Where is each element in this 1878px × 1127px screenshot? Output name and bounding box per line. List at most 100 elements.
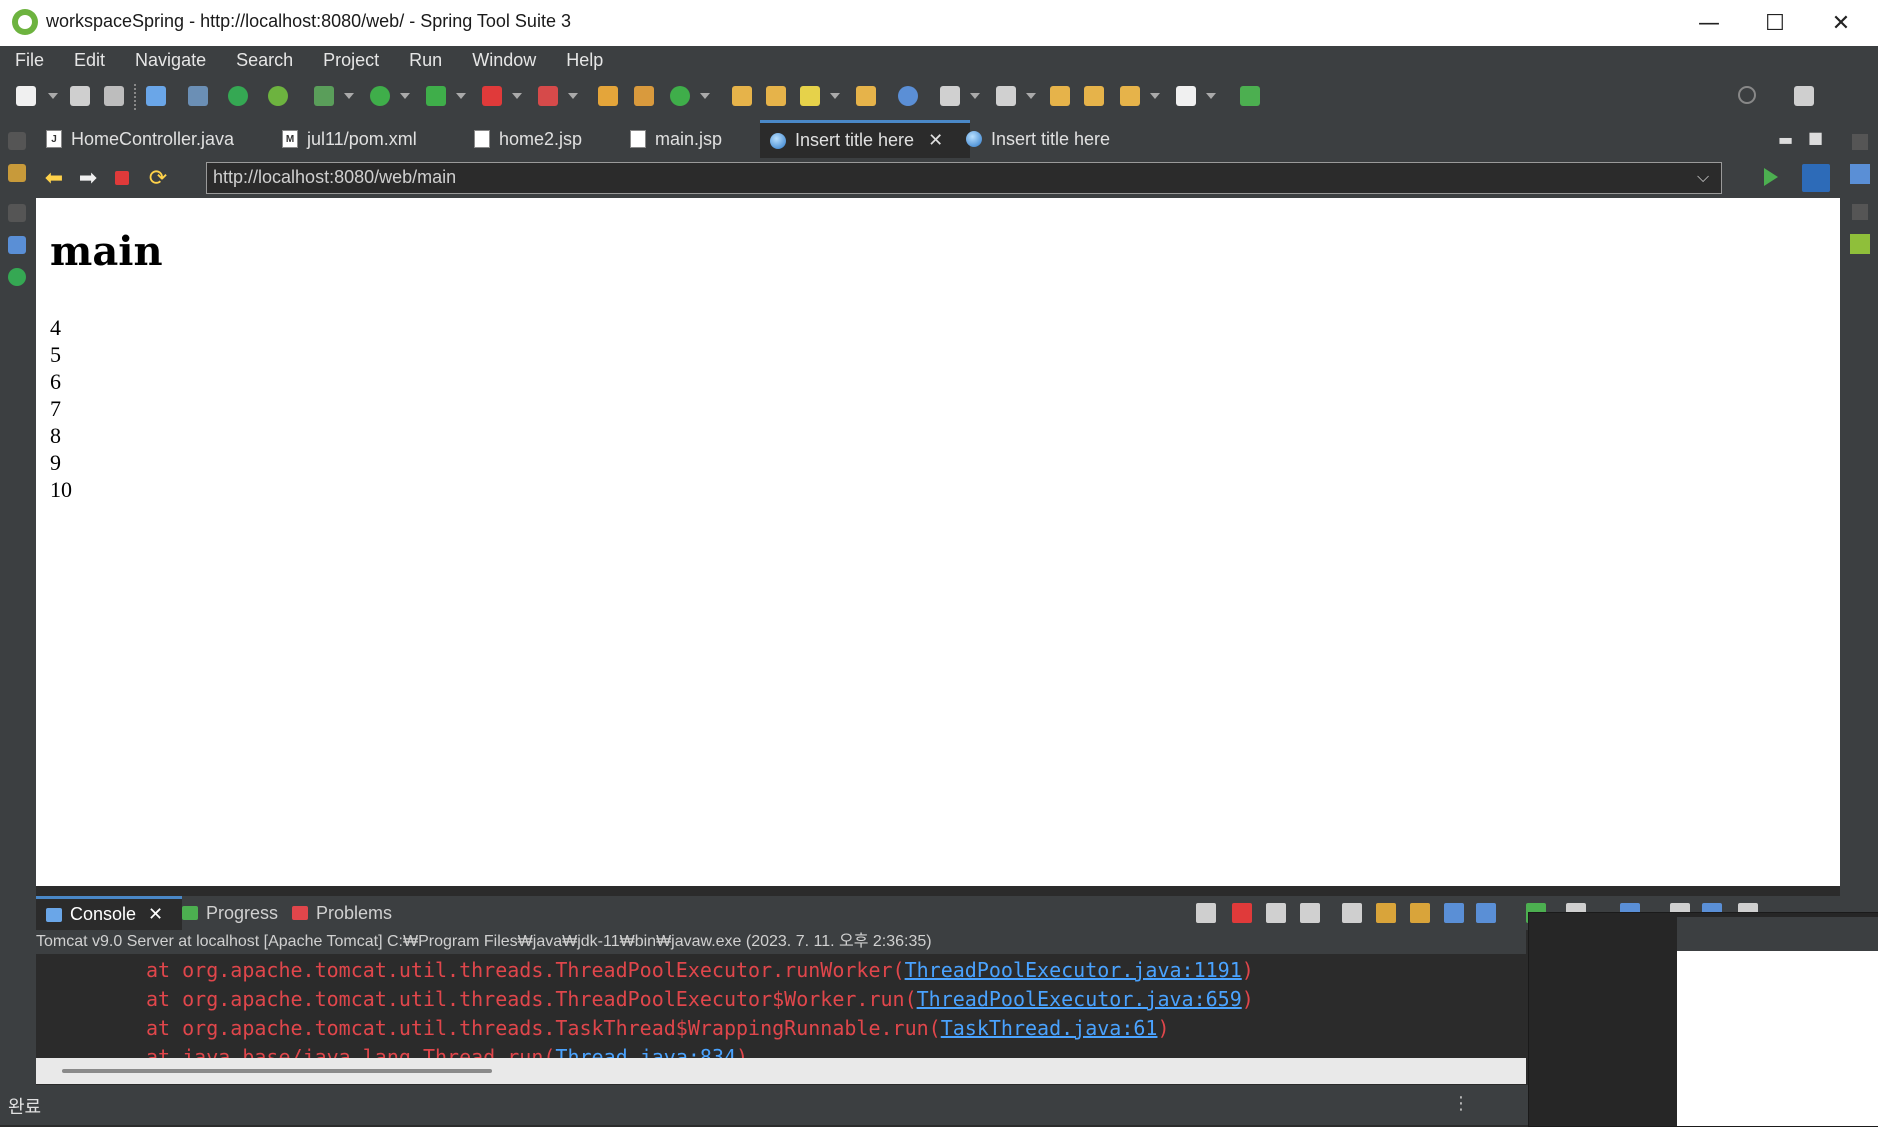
tab-homecontroller[interactable]: J HomeController.java <box>46 120 236 158</box>
new-file-icon[interactable] <box>16 86 36 106</box>
restore-icon[interactable] <box>1852 134 1868 150</box>
tab-insert-title[interactable]: Insert title here <box>960 120 1136 158</box>
menu-file[interactable]: File <box>0 50 59 71</box>
save-all-icon[interactable] <box>104 86 124 106</box>
refresh-server-icon[interactable] <box>1196 903 1216 923</box>
open-task-icon[interactable] <box>766 86 786 106</box>
stack-trace-link[interactable]: Thread.java:834 <box>555 1045 736 1058</box>
remove-all-terminated-icon[interactable] <box>1300 903 1320 923</box>
maximize-editor-icon[interactable]: ■ <box>1808 128 1823 147</box>
screenshot-thumbnail-preview[interactable] <box>1528 912 1878 1127</box>
remove-launch-icon[interactable] <box>1266 903 1286 923</box>
problems-icon <box>292 906 308 920</box>
external-tools-icon[interactable] <box>538 86 558 106</box>
console-horizontal-scrollbar[interactable] <box>36 1058 1526 1084</box>
new-class-icon[interactable] <box>670 86 690 106</box>
restore-icon[interactable] <box>8 132 26 150</box>
search-dropdown-icon[interactable] <box>830 93 840 99</box>
outline-icon[interactable] <box>8 236 26 254</box>
package-explorer-icon[interactable] <box>8 164 26 182</box>
menu-window[interactable]: Window <box>457 50 551 71</box>
close-button[interactable]: ✕ <box>1808 0 1874 46</box>
skip-breakpoints-icon[interactable] <box>188 86 208 106</box>
open-type-icon[interactable] <box>732 86 752 106</box>
run-icon[interactable] <box>370 86 390 106</box>
forward-dropdown-icon[interactable] <box>1206 93 1216 99</box>
close-console-icon[interactable]: ✕ <box>148 904 163 925</box>
tab-problems[interactable]: Problems <box>292 896 412 930</box>
show-on-stdout-icon[interactable] <box>1444 903 1464 923</box>
menu-navigate[interactable]: Navigate <box>120 50 221 71</box>
stop-icon[interactable] <box>482 86 502 106</box>
menu-edit[interactable]: Edit <box>59 50 120 71</box>
new-package-icon[interactable] <box>634 86 654 106</box>
task-list-icon[interactable] <box>1850 164 1870 184</box>
prev-annotation-dropdown-icon[interactable] <box>1026 93 1036 99</box>
debug-icon[interactable] <box>314 86 334 106</box>
scroll-lock-icon[interactable] <box>1376 903 1396 923</box>
menu-help[interactable]: Help <box>551 50 618 71</box>
browser-menu-icon[interactable] <box>1802 164 1830 192</box>
tab-console[interactable]: Console ✕ <box>36 896 182 930</box>
tab-home2-jsp[interactable]: home2.jsp <box>474 120 594 158</box>
run-dropdown-icon[interactable] <box>400 93 410 99</box>
go-icon[interactable] <box>1764 168 1778 186</box>
minimize-button[interactable]: — <box>1676 0 1742 46</box>
back-dropdown-icon[interactable] <box>1150 93 1160 99</box>
new-class-dropdown-icon[interactable] <box>700 93 710 99</box>
stop-dropdown-icon[interactable] <box>512 93 522 99</box>
refresh-icon[interactable]: ⟳ <box>146 166 170 191</box>
new-dropdown-icon[interactable] <box>48 93 58 99</box>
save-icon[interactable] <box>70 86 90 106</box>
menu-project[interactable]: Project <box>308 50 394 71</box>
url-input[interactable] <box>209 165 1687 189</box>
scrollbar-thumb[interactable] <box>62 1069 492 1073</box>
last-edit-location-icon[interactable] <box>1050 86 1070 106</box>
open-perspective-list-icon[interactable] <box>1794 86 1814 106</box>
tab-main-jsp[interactable]: main.jsp <box>630 120 740 158</box>
search-tool-icon[interactable] <box>800 86 820 106</box>
stop-loading-icon[interactable] <box>110 166 134 190</box>
tab-insert-title-active[interactable]: Insert title here ✕ <box>760 120 970 158</box>
print-icon[interactable] <box>146 86 166 106</box>
coverage-dropdown-icon[interactable] <box>456 93 466 99</box>
next-annotation-icon[interactable] <box>940 86 960 106</box>
menu-search[interactable]: Search <box>221 50 308 71</box>
spring-boot-icon[interactable] <box>268 86 288 106</box>
terminate-icon[interactable] <box>1232 903 1252 923</box>
restore-icon[interactable] <box>8 204 26 222</box>
new-java-project-icon[interactable] <box>598 86 618 106</box>
external-dropdown-icon[interactable] <box>568 93 578 99</box>
coverage-icon[interactable] <box>426 86 446 106</box>
spring-explorer-icon[interactable] <box>1850 234 1870 254</box>
forward-arrow-icon[interactable]: ➡ <box>76 166 100 191</box>
debug-dropdown-icon[interactable] <box>344 93 354 99</box>
back-icon[interactable] <box>1120 86 1140 106</box>
start-server-icon[interactable] <box>228 86 248 106</box>
tab-progress[interactable]: Progress <box>182 896 302 930</box>
menu-run[interactable]: Run <box>394 50 457 71</box>
servers-icon[interactable] <box>8 268 26 286</box>
web-browser-icon[interactable] <box>898 86 918 106</box>
open-folder-icon[interactable] <box>856 86 876 106</box>
quick-access-search-icon[interactable] <box>1738 86 1756 104</box>
url-history-dropdown-icon[interactable]: ⌵ <box>1697 167 1709 187</box>
close-tab-icon[interactable]: ✕ <box>928 130 943 151</box>
clear-console-icon[interactable] <box>1342 903 1362 923</box>
prev-annotation-icon[interactable] <box>996 86 1016 106</box>
maximize-button[interactable]: ☐ <box>1742 0 1808 46</box>
minimize-editor-icon[interactable]: ▬ <box>1778 130 1793 149</box>
forward-icon[interactable] <box>1176 86 1196 106</box>
stack-trace-link[interactable]: ThreadPoolExecutor.java:1191 <box>905 958 1242 982</box>
back-arrow-icon[interactable]: ⬅ <box>42 166 66 191</box>
stack-trace-link[interactable]: TaskThread.java:61 <box>941 1016 1158 1040</box>
open-perspective-icon[interactable] <box>1240 86 1260 106</box>
tab-pom-xml[interactable]: M jul11/pom.xml <box>282 120 432 158</box>
word-wrap-icon[interactable] <box>1410 903 1430 923</box>
annotation-dropdown-icon[interactable] <box>970 93 980 99</box>
stack-trace-link[interactable]: ThreadPoolExecutor.java:659 <box>917 987 1242 1011</box>
forward-edit-icon[interactable] <box>1084 86 1104 106</box>
java-file-icon: J <box>46 130 62 148</box>
restore-icon[interactable] <box>1852 204 1868 220</box>
show-on-stderr-icon[interactable] <box>1476 903 1496 923</box>
